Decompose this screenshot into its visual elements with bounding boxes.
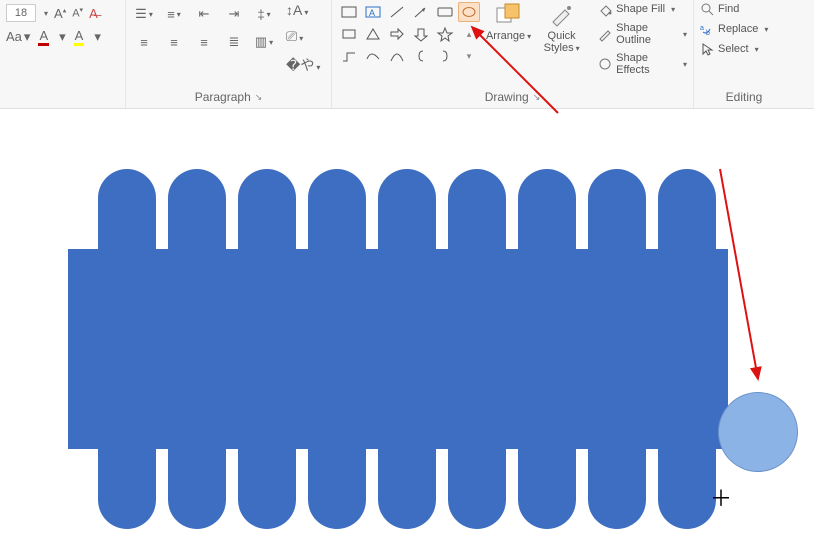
convert-smartart-button[interactable]: �や▾ xyxy=(286,55,320,75)
oval-drawing-preview[interactable] xyxy=(718,392,798,472)
arrow-line-shape-icon[interactable] xyxy=(410,2,432,22)
clear-formatting-button[interactable]: A̶ xyxy=(89,6,98,21)
shape-fill-label: Shape Fill xyxy=(616,3,665,15)
replace-icon: ab xyxy=(700,22,714,36)
oval-shape-icon[interactable] xyxy=(458,2,480,22)
svg-text:a: a xyxy=(700,25,704,32)
custom-blue-shape[interactable] xyxy=(68,169,738,539)
select-button[interactable]: Select▾ xyxy=(700,42,768,56)
search-icon xyxy=(700,2,714,16)
highlight-button[interactable]: A xyxy=(74,28,85,46)
line-spacing-button[interactable]: ‡▾ xyxy=(252,2,276,26)
decrease-font-size-button[interactable]: A▾ xyxy=(72,6,83,20)
freeform-shape-icon[interactable] xyxy=(362,46,384,66)
chevron-down-icon[interactable]: ▾ xyxy=(94,29,101,45)
shapes-gallery[interactable]: A ▴ ▾ xyxy=(338,2,480,66)
gallery-scroll-up-icon[interactable]: ▴ xyxy=(458,24,480,44)
increase-indent-button[interactable]: ⇥ xyxy=(222,2,246,26)
bucket-icon xyxy=(598,2,612,16)
chevron-down-icon[interactable]: ▾ xyxy=(44,9,48,18)
arrange-label: Arrange xyxy=(486,30,525,42)
gallery-more-icon[interactable]: ▾ xyxy=(458,46,480,66)
right-brace-shape-icon[interactable] xyxy=(434,46,456,66)
align-right-button[interactable]: ≡ xyxy=(192,30,216,54)
select-label: Select xyxy=(718,43,749,55)
effects-icon xyxy=(598,57,612,71)
quick-styles-icon xyxy=(549,2,575,28)
rounded-rectangle-shape-icon[interactable] xyxy=(434,2,456,22)
shape-outline-button[interactable]: Shape Outline▾ xyxy=(598,22,687,46)
align-left-button[interactable]: ≡ xyxy=(132,30,156,54)
shape-effects-button[interactable]: Shape Effects▾ xyxy=(598,52,687,76)
quick-styles-button[interactable]: QuickStyles▾ xyxy=(537,2,586,55)
columns-button[interactable]: ▥▾ xyxy=(252,30,276,54)
justify-button[interactable]: ≣ xyxy=(222,30,246,54)
shape-outline-label: Shape Outline xyxy=(616,22,677,46)
triangle-shape-icon[interactable] xyxy=(362,24,384,44)
increase-font-size-button[interactable]: A▴ xyxy=(54,6,66,21)
quick-styles-label-1: Quick xyxy=(548,30,576,42)
shape-fill-button[interactable]: Shape Fill▾ xyxy=(598,2,687,16)
paragraph-group-label: Paragraph xyxy=(195,90,251,104)
editing-group-label: Editing xyxy=(726,90,763,104)
crosshair-cursor-icon: ＋ xyxy=(710,481,732,513)
connector-shape-icon[interactable] xyxy=(338,46,360,66)
drawing-group-label: Drawing xyxy=(485,90,529,104)
font-color-button[interactable]: A xyxy=(38,28,49,46)
quick-styles-label-2: Styles xyxy=(544,42,574,54)
change-case-button[interactable]: Aa▾ xyxy=(6,29,30,45)
numbering-button[interactable]: ≡▾ xyxy=(162,2,186,26)
rectangle2-shape-icon[interactable] xyxy=(338,24,360,44)
svg-text:b: b xyxy=(706,30,710,37)
replace-button[interactable]: ab Replace▾ xyxy=(700,22,768,36)
find-label: Find xyxy=(718,3,739,15)
chevron-down-icon[interactable]: ▾ xyxy=(59,29,66,45)
pen-icon xyxy=(598,27,612,41)
arrange-icon xyxy=(495,2,523,28)
textbox-shape-icon[interactable]: A xyxy=(362,2,384,22)
svg-text:A: A xyxy=(369,8,375,18)
slide-canvas[interactable]: ＋ xyxy=(0,109,814,549)
curve-shape-icon[interactable] xyxy=(386,46,408,66)
cursor-icon xyxy=(700,42,714,56)
font-size-selector[interactable]: 18 xyxy=(6,4,36,22)
star-shape-icon[interactable] xyxy=(434,24,456,44)
paragraph-dialog-launcher[interactable]: ↘ xyxy=(255,92,263,103)
line-shape-icon[interactable] xyxy=(386,2,408,22)
font-size-value: 18 xyxy=(15,7,27,19)
decrease-indent-button[interactable]: ⇤ xyxy=(192,2,216,26)
left-brace-shape-icon[interactable] xyxy=(410,46,432,66)
paragraph-group: ☰▾ ≡▾ ⇤ ⇥ ‡▾ ≡ ≡ ≡ ≣ ▥▾ ↕A▾ ⎚▾ �や▾ Parag… xyxy=(126,0,332,108)
align-center-button[interactable]: ≡ xyxy=(162,30,186,54)
bullets-button[interactable]: ☰▾ xyxy=(132,2,156,26)
drawing-dialog-launcher[interactable]: ↘ xyxy=(533,92,541,103)
shape-effects-label: Shape Effects xyxy=(616,52,677,76)
replace-label: Replace xyxy=(718,23,758,35)
editing-group: Find ab Replace▾ Select▾ Editing xyxy=(694,0,794,108)
right-arrow-shape-icon[interactable] xyxy=(386,24,408,44)
rectangle-shape-icon[interactable] xyxy=(338,2,360,22)
arrange-button[interactable]: Arrange▾ xyxy=(484,2,533,43)
find-button[interactable]: Find xyxy=(700,2,768,16)
text-direction-button[interactable]: ↕A▾ xyxy=(286,2,320,18)
ribbon: 18 ▾ A▴ A▾ A̶ Aa▾ A▾ A▾ ☰▾ ≡▾ xyxy=(0,0,814,109)
drawing-group: A ▴ ▾ xyxy=(332,0,694,108)
align-text-button[interactable]: ⎚▾ xyxy=(286,28,320,45)
font-group: 18 ▾ A▴ A▾ A̶ Aa▾ A▾ A▾ xyxy=(0,0,126,108)
down-arrow-shape-icon[interactable] xyxy=(410,24,432,44)
